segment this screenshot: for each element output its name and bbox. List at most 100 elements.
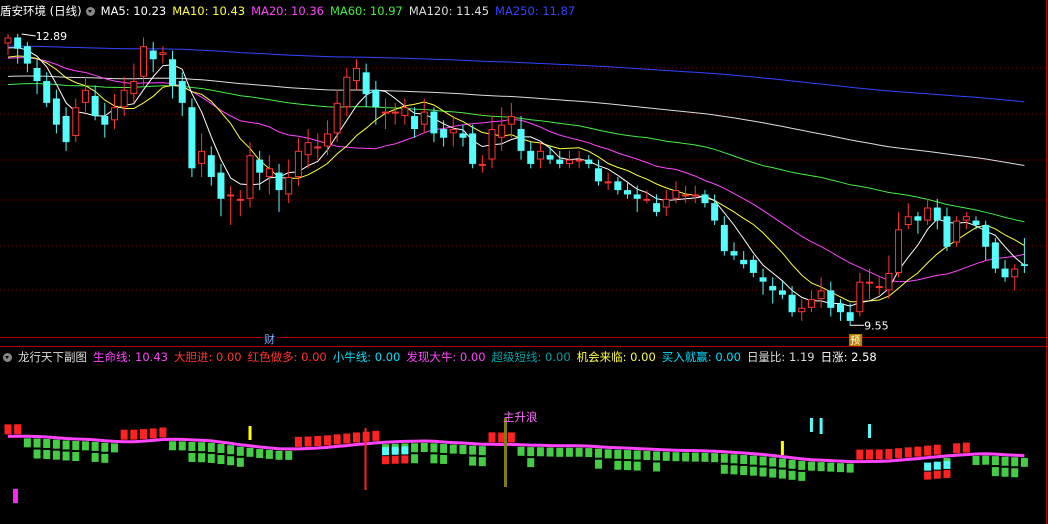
candle[interactable] bbox=[730, 251, 738, 256]
candle[interactable] bbox=[411, 115, 419, 130]
candle[interactable] bbox=[294, 150, 302, 177]
candle[interactable] bbox=[207, 155, 215, 177]
candle[interactable] bbox=[478, 163, 486, 166]
candle[interactable] bbox=[420, 111, 428, 125]
candle[interactable] bbox=[449, 129, 457, 134]
candle[interactable] bbox=[507, 115, 515, 125]
candle[interactable] bbox=[91, 95, 99, 116]
candle[interactable] bbox=[904, 216, 912, 225]
candle[interactable] bbox=[585, 159, 593, 164]
candle[interactable] bbox=[895, 229, 903, 273]
candle[interactable] bbox=[691, 194, 699, 197]
candle[interactable] bbox=[372, 89, 380, 108]
candle[interactable] bbox=[198, 150, 206, 164]
candle[interactable] bbox=[382, 111, 390, 114]
candle[interactable] bbox=[343, 76, 351, 108]
candle[interactable] bbox=[749, 259, 757, 273]
candle[interactable] bbox=[23, 46, 31, 64]
candle[interactable] bbox=[517, 129, 525, 151]
candle[interactable] bbox=[81, 89, 89, 103]
candle[interactable] bbox=[604, 181, 612, 184]
candle[interactable] bbox=[933, 207, 941, 221]
candle[interactable] bbox=[169, 59, 177, 86]
sub-chart[interactable] bbox=[4, 418, 1028, 503]
candle[interactable] bbox=[527, 150, 535, 164]
candle[interactable] bbox=[643, 198, 651, 201]
candle[interactable] bbox=[227, 194, 235, 197]
candle[interactable] bbox=[827, 290, 835, 308]
candle[interactable] bbox=[498, 124, 506, 138]
candle[interactable] bbox=[778, 290, 786, 295]
candle[interactable] bbox=[875, 286, 883, 289]
candle[interactable] bbox=[653, 203, 661, 212]
candle[interactable] bbox=[546, 155, 554, 160]
candle[interactable] bbox=[304, 142, 312, 156]
candlestick-series[interactable] bbox=[4, 33, 1028, 326]
candle[interactable] bbox=[120, 89, 128, 108]
candle[interactable] bbox=[14, 37, 22, 49]
candle[interactable] bbox=[188, 107, 196, 169]
candle[interactable] bbox=[4, 37, 12, 44]
candle[interactable] bbox=[982, 224, 990, 247]
candle[interactable] bbox=[769, 286, 777, 291]
candle[interactable] bbox=[856, 281, 864, 313]
candle[interactable] bbox=[866, 281, 874, 284]
candle[interactable] bbox=[536, 150, 544, 160]
candle[interactable] bbox=[798, 307, 806, 313]
candle[interactable] bbox=[1011, 268, 1019, 278]
candle[interactable] bbox=[101, 115, 109, 125]
candle[interactable] bbox=[130, 81, 138, 95]
candle[interactable] bbox=[740, 259, 748, 265]
dropdown-circle-icon[interactable] bbox=[85, 7, 95, 16]
candle[interactable] bbox=[323, 133, 331, 147]
candle[interactable] bbox=[33, 67, 41, 82]
candle[interactable] bbox=[817, 290, 825, 300]
candle[interactable] bbox=[265, 168, 273, 177]
candle[interactable] bbox=[953, 220, 961, 243]
candle[interactable] bbox=[333, 102, 341, 134]
candle[interactable] bbox=[430, 111, 438, 134]
candle[interactable] bbox=[52, 98, 60, 125]
candle[interactable] bbox=[62, 115, 70, 143]
candle[interactable] bbox=[256, 159, 264, 173]
candle[interactable] bbox=[972, 220, 980, 225]
candle[interactable] bbox=[711, 203, 719, 221]
candle[interactable] bbox=[788, 294, 796, 313]
candle[interactable] bbox=[110, 107, 118, 121]
candle[interactable] bbox=[914, 216, 922, 221]
candle[interactable] bbox=[469, 133, 477, 164]
candle[interactable] bbox=[885, 272, 893, 291]
candle[interactable] bbox=[459, 133, 467, 138]
candle[interactable] bbox=[836, 303, 844, 313]
candle[interactable] bbox=[217, 172, 225, 199]
candle[interactable] bbox=[924, 207, 932, 221]
candle[interactable] bbox=[178, 81, 186, 103]
candle[interactable] bbox=[352, 67, 360, 82]
candle[interactable] bbox=[236, 198, 244, 201]
candle[interactable] bbox=[362, 72, 370, 95]
candle[interactable] bbox=[149, 50, 157, 60]
candle[interactable] bbox=[401, 107, 409, 116]
finance-marker[interactable]: 财 bbox=[264, 332, 275, 346]
candle[interactable] bbox=[672, 190, 680, 199]
candle[interactable] bbox=[285, 177, 293, 195]
candle[interactable] bbox=[662, 198, 670, 208]
candle[interactable] bbox=[594, 168, 602, 182]
candle[interactable] bbox=[488, 129, 496, 160]
candle[interactable] bbox=[275, 172, 283, 191]
candle[interactable] bbox=[391, 111, 399, 114]
candle[interactable] bbox=[624, 190, 632, 195]
candle[interactable] bbox=[1020, 264, 1028, 266]
candle[interactable] bbox=[962, 216, 970, 221]
candle[interactable] bbox=[440, 129, 448, 138]
candle[interactable] bbox=[846, 312, 854, 321]
candle[interactable] bbox=[246, 155, 254, 199]
forecast-marker[interactable]: 预 bbox=[850, 335, 860, 347]
candle[interactable] bbox=[575, 159, 583, 162]
candle[interactable] bbox=[991, 242, 999, 269]
candle[interactable] bbox=[614, 181, 622, 191]
candle[interactable] bbox=[701, 194, 709, 204]
candle[interactable] bbox=[759, 277, 767, 282]
candle[interactable] bbox=[72, 107, 80, 137]
candle[interactable] bbox=[159, 52, 167, 55]
